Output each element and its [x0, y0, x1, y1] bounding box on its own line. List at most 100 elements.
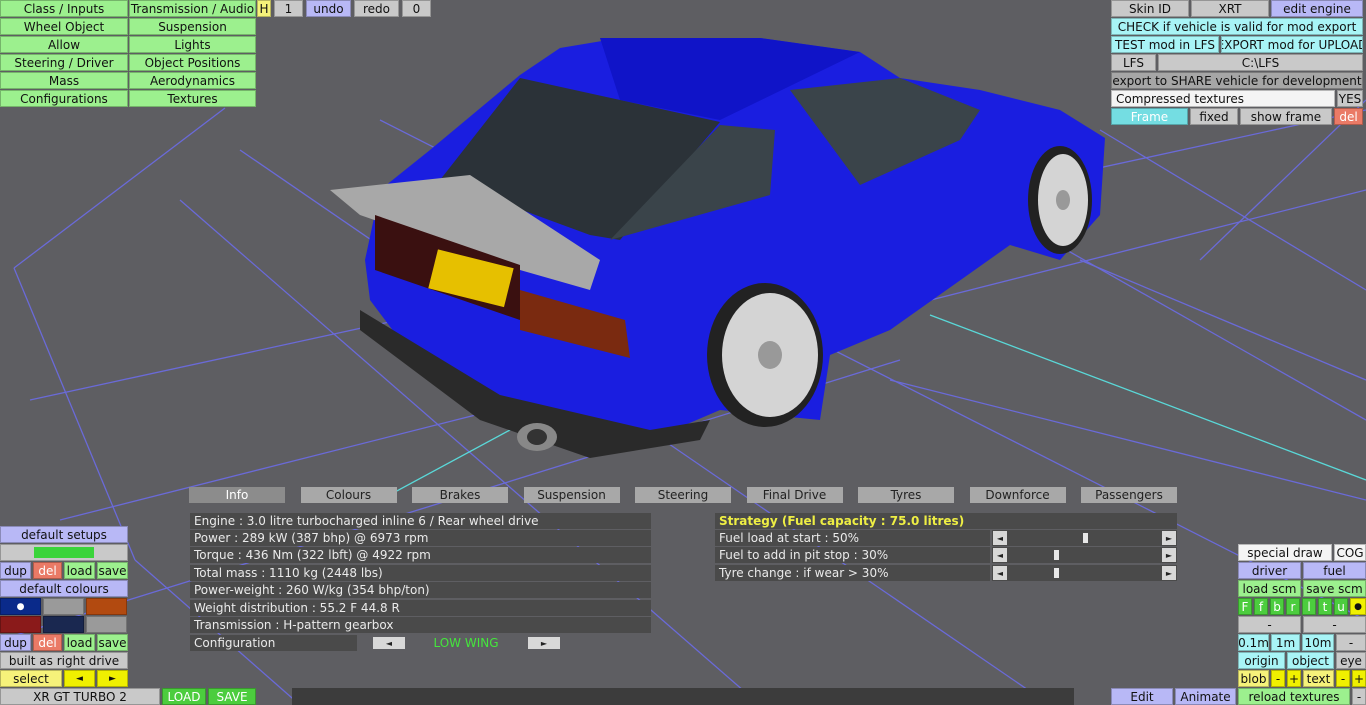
fuel-load-increase-button[interactable]: ►	[1162, 531, 1176, 545]
colour-swatch[interactable]	[86, 598, 127, 615]
colour-swatch[interactable]	[86, 616, 127, 633]
default-setups-button[interactable]: default setups	[0, 526, 128, 543]
fuel-pit-increase-button[interactable]: ►	[1162, 548, 1176, 562]
reload-minus-button[interactable]: -	[1352, 688, 1366, 705]
scale-01m-button[interactable]: 0.1m	[1238, 634, 1269, 651]
minus-right-button[interactable]: -	[1303, 616, 1366, 633]
show-frame-button[interactable]: show frame	[1240, 108, 1332, 125]
colour-swatch[interactable]	[43, 598, 84, 615]
car-load-button[interactable]: LOAD	[162, 688, 206, 705]
scale-10m-button[interactable]: 10m	[1302, 634, 1334, 651]
setup-dup-button[interactable]: dup	[0, 562, 31, 579]
menu-aerodynamics-button[interactable]: Aerodynamics	[129, 72, 256, 89]
delete-frame-button[interactable]: del	[1334, 108, 1363, 125]
setup-load-button[interactable]: load	[64, 562, 95, 579]
menu-suspension-button[interactable]: Suspension	[129, 18, 256, 35]
special-draw-button[interactable]: special draw	[1238, 544, 1332, 561]
setup-save-button[interactable]: save	[97, 562, 128, 579]
menu-wheel-object-button[interactable]: Wheel Object	[0, 18, 128, 35]
tab-colours[interactable]: Colours	[300, 487, 397, 503]
fuel-pit-slider[interactable]: ◄ ►	[992, 547, 1177, 563]
tab-final-drive[interactable]: Final Drive	[746, 487, 843, 503]
view-object-button[interactable]: object	[1287, 652, 1334, 669]
lfs-path[interactable]: C:\LFS	[1158, 54, 1363, 71]
setup-del-button[interactable]: del	[33, 562, 62, 579]
undo-button[interactable]: undo	[306, 0, 351, 17]
tyre-change-slider[interactable]: ◄ ►	[992, 565, 1177, 581]
tab-steering[interactable]: Steering	[635, 487, 731, 503]
menu-mass-button[interactable]: Mass	[0, 72, 128, 89]
select-next-button[interactable]: ►	[97, 670, 128, 687]
reload-textures-button[interactable]: reload textures	[1238, 688, 1350, 705]
driver-button[interactable]: driver	[1238, 562, 1301, 579]
fuel-pit-slider-knob[interactable]	[1053, 550, 1059, 560]
built-right-drive-button[interactable]: built as right drive	[0, 652, 128, 669]
tab-passengers[interactable]: Passengers	[1081, 487, 1177, 503]
flag-u-toggle[interactable]: u	[1334, 598, 1348, 615]
menu-textures-button[interactable]: Textures	[129, 90, 256, 107]
export-share-button[interactable]: export to SHARE vehicle for development	[1111, 72, 1363, 89]
blob-minus-button[interactable]: -	[1271, 670, 1285, 687]
select-button[interactable]: select	[0, 670, 62, 687]
menu-steering-driver-button[interactable]: Steering / Driver	[0, 54, 128, 71]
menu-transmission-audio-button[interactable]: Transmission / Audio	[129, 0, 256, 17]
configuration-prev-button[interactable]: ◄	[373, 637, 405, 649]
animate-mode-button[interactable]: Animate	[1175, 688, 1236, 705]
fixed-button[interactable]: fixed	[1190, 108, 1238, 125]
colour-swatch[interactable]: ●	[0, 598, 41, 615]
load-scm-button[interactable]: load scm	[1238, 580, 1301, 597]
tyre-change-decrease-button[interactable]: ◄	[993, 566, 1007, 580]
h-toggle-button[interactable]: H	[257, 0, 271, 17]
fuel-load-slider[interactable]: ◄ ►	[992, 530, 1177, 546]
edit-engine-button[interactable]: edit engine	[1271, 0, 1363, 17]
flag-l-toggle[interactable]: l	[1302, 598, 1316, 615]
xrt-button[interactable]: XRT	[1191, 0, 1269, 17]
scale-1m-button[interactable]: 1m	[1271, 634, 1300, 651]
flag-b-toggle[interactable]: b	[1270, 598, 1284, 615]
edit-mode-button[interactable]: Edit	[1111, 688, 1173, 705]
menu-configurations-button[interactable]: Configurations	[0, 90, 128, 107]
fuel-load-decrease-button[interactable]: ◄	[993, 531, 1007, 545]
blob-plus-button[interactable]: +	[1287, 670, 1301, 687]
tab-tyres[interactable]: Tyres	[858, 487, 954, 503]
menu-class-inputs-button[interactable]: Class / Inputs	[0, 0, 128, 17]
flag-F-toggle[interactable]: F	[1238, 598, 1252, 615]
menu-lights-button[interactable]: Lights	[129, 36, 256, 53]
colour-load-button[interactable]: load	[64, 634, 95, 651]
menu-allow-button[interactable]: Allow	[0, 36, 128, 53]
flag-r-toggle[interactable]: r	[1286, 598, 1300, 615]
colour-save-button[interactable]: save	[97, 634, 128, 651]
flag-t-toggle[interactable]: t	[1318, 598, 1332, 615]
check-valid-button[interactable]: CHECK if vehicle is valid for mod export	[1111, 18, 1363, 35]
save-scm-button[interactable]: save scm	[1303, 580, 1366, 597]
redo-button[interactable]: redo	[354, 0, 399, 17]
scale-minus-button[interactable]: -	[1336, 634, 1366, 651]
flag-dot-icon[interactable]: ●	[1350, 598, 1366, 615]
tab-suspension[interactable]: Suspension	[523, 487, 620, 503]
default-colours-button[interactable]: default colours	[0, 580, 128, 597]
colour-swatch[interactable]	[0, 616, 41, 633]
fuel-button[interactable]: fuel	[1303, 562, 1366, 579]
minus-left-button[interactable]: -	[1238, 616, 1301, 633]
text-plus-button[interactable]: +	[1352, 670, 1366, 687]
fuel-load-slider-knob[interactable]	[1082, 533, 1088, 543]
tab-brakes[interactable]: Brakes	[412, 487, 508, 503]
select-prev-button[interactable]: ◄	[64, 670, 95, 687]
blob-button[interactable]: blob	[1238, 670, 1269, 687]
car-save-button[interactable]: SAVE	[208, 688, 256, 705]
test-mod-button[interactable]: TEST mod in LFS	[1111, 36, 1219, 53]
tyre-change-increase-button[interactable]: ►	[1162, 566, 1176, 580]
view-eye-button[interactable]: eye	[1336, 652, 1366, 669]
setup-name-field[interactable]	[0, 544, 128, 561]
lfs-button[interactable]: LFS	[1111, 54, 1156, 71]
compressed-textures-toggle[interactable]: YES	[1337, 90, 1363, 107]
colour-del-button[interactable]: del	[33, 634, 62, 651]
cog-button[interactable]: COG	[1334, 544, 1366, 561]
fuel-pit-decrease-button[interactable]: ◄	[993, 548, 1007, 562]
menu-object-positions-button[interactable]: Object Positions	[129, 54, 256, 71]
text-button[interactable]: text	[1303, 670, 1334, 687]
flag-f-toggle[interactable]: f	[1254, 598, 1268, 615]
tab-downforce[interactable]: Downforce	[969, 487, 1066, 503]
text-minus-button[interactable]: -	[1336, 670, 1350, 687]
configuration-next-button[interactable]: ►	[528, 637, 560, 649]
